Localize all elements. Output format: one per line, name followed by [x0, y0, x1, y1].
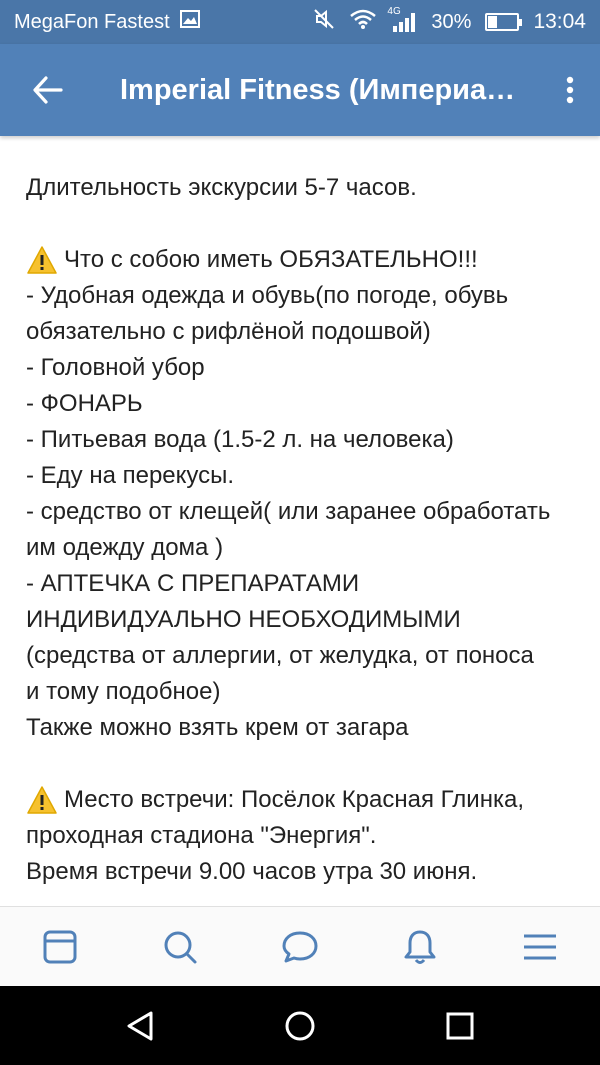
- meeting-heading-text: Место встречи: Посёлок Красная Глинка,: [64, 786, 524, 813]
- notifications-icon: [404, 930, 436, 964]
- signal-icon: 4G: [387, 6, 417, 32]
- must-have-line: ИНДИВИДУАЛЬНО НЕОБХОДИМЫМИ: [26, 606, 461, 633]
- must-have-line: - Еду на перекусы.: [26, 462, 235, 489]
- more-vertical-icon: [566, 76, 574, 104]
- warning-icon: [27, 246, 57, 274]
- post-text: Длительность экскурсии 5-7 часов. Что с …: [26, 170, 574, 890]
- nav-messages[interactable]: [260, 907, 340, 987]
- system-navigation-bar: [0, 986, 600, 1065]
- status-right: 4G 30% 13:04: [313, 6, 586, 36]
- must-have-heading: Что с собою иметь ОБЯЗАТЕЛЬНО!!!: [26, 242, 574, 278]
- more-options-button[interactable]: [540, 44, 600, 136]
- status-left: MegaFon Fastest: [14, 10, 200, 34]
- page-title: Imperial Fitness (Империал)...: [120, 73, 539, 106]
- must-have-line: - Удобная одежда и обувь(по погоде, обув…: [26, 282, 509, 309]
- battery-icon: [485, 13, 523, 31]
- messages-icon: [282, 931, 318, 962]
- must-have-line: и тому подобное): [26, 678, 221, 705]
- nav-news[interactable]: [20, 907, 100, 987]
- search-icon: [164, 931, 197, 963]
- circle-home-icon: [285, 1011, 315, 1040]
- nav-menu[interactable]: [500, 907, 580, 987]
- battery-percent: 30%: [431, 10, 472, 33]
- must-have-line: - Головной убор: [26, 354, 205, 381]
- system-home-button[interactable]: [265, 991, 335, 1061]
- post-content: Длительность экскурсии 5-7 часов. Что с …: [0, 136, 600, 906]
- must-have-line: - ФОНАРЬ: [26, 390, 143, 417]
- nav-notifications[interactable]: [380, 907, 460, 987]
- wifi-icon: [349, 8, 377, 36]
- app-bar: Imperial Fitness (Империал)...: [0, 44, 600, 136]
- must-have-heading-text: Что с собою иметь ОБЯЗАТЕЛЬНО!!!: [64, 246, 478, 273]
- triangle-back-icon: [127, 1011, 153, 1040]
- must-have-line: обязательно с рифлёной подошвой): [26, 318, 431, 345]
- must-have-list: - Удобная одежда и обувь(по погоде, обув…: [26, 278, 574, 746]
- must-have-line: Также можно взять крем от загара: [26, 714, 409, 741]
- network-type: 4G: [387, 6, 401, 17]
- arrow-left-icon: [33, 76, 63, 104]
- system-back-button[interactable]: [105, 991, 175, 1061]
- battery-fill: [488, 16, 497, 28]
- carrier-name: MegaFon Fastest: [14, 10, 170, 33]
- meeting-line: проходная стадиона "Энергия".: [26, 822, 377, 849]
- must-have-line: (средства от аллергии, от желудка, от по…: [26, 642, 534, 669]
- image-notification-icon: [179, 10, 200, 34]
- bottom-navigation: [0, 906, 600, 986]
- system-recents-button[interactable]: [425, 991, 495, 1061]
- must-have-line: - Питьевая вода (1.5-2 л. на человека): [26, 426, 454, 453]
- duration-line: Длительность экскурсии 5-7 часов.: [26, 174, 417, 201]
- warning-icon: [27, 786, 57, 814]
- meeting-line: Время встречи 9.00 часов утра 30 июня.: [26, 858, 478, 885]
- clock: 13:04: [533, 10, 586, 33]
- must-have-line: - АПТЕЧКА С ПРЕПАРАТАМИ: [26, 570, 360, 597]
- status-bar: MegaFon Fastest 4G 30% 13:04: [0, 0, 600, 44]
- must-have-line: им одежду дома ): [26, 534, 224, 561]
- must-have-line: - средство от клещей( или заранее обрабо…: [26, 498, 551, 525]
- back-button[interactable]: [0, 44, 96, 136]
- meeting-heading: Место встречи: Посёлок Красная Глинка,: [26, 782, 574, 818]
- news-icon: [43, 930, 77, 963]
- menu-icon: [524, 934, 556, 959]
- nav-search[interactable]: [140, 907, 220, 987]
- square-recents-icon: [446, 1012, 474, 1039]
- mute-icon: [313, 8, 335, 36]
- meeting-list: проходная стадиона "Энергия". Время встре…: [26, 818, 574, 890]
